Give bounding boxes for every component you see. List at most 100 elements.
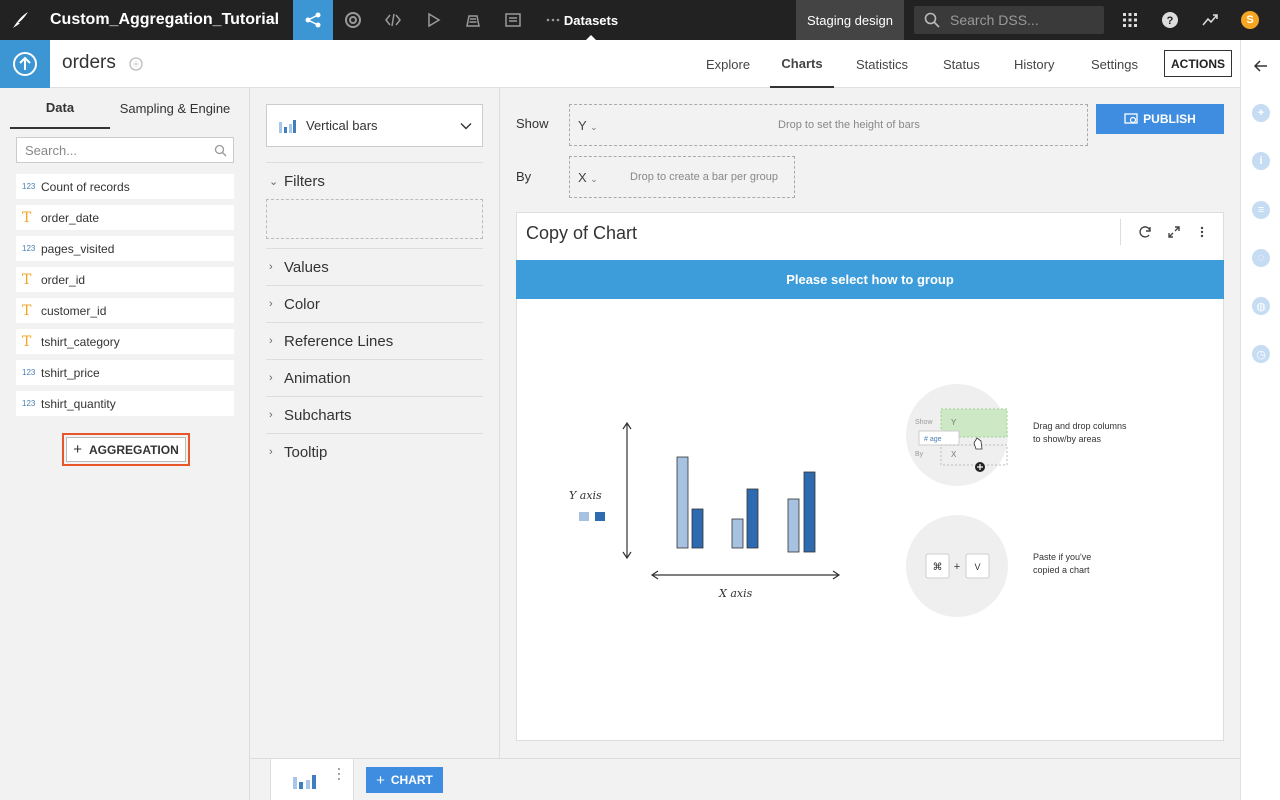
x-axis-selector[interactable]: X ⌄ [578,170,618,185]
section-label: Values [284,258,329,276]
run-icon[interactable] [413,0,453,40]
refresh-icon[interactable] [1136,223,1154,241]
list-icon[interactable]: ≡ [1252,201,1270,219]
tab-data[interactable]: Data [10,88,110,129]
tab-status[interactable]: Status [943,40,980,88]
column-item[interactable]: T order_date [16,205,234,230]
tab-explore[interactable]: Explore [706,40,750,88]
section-subcharts[interactable]: › Subcharts [266,396,483,433]
column-item[interactable]: T order_id [16,267,234,292]
deploy-icon[interactable] [453,0,493,40]
section-animation[interactable]: › Animation [266,359,483,396]
search-placeholder: Search DSS... [950,12,1039,28]
chart-type-select[interactable]: Vertical bars [266,104,483,147]
plus-icon: + [73,441,82,458]
column-name: pages_visited [41,241,115,256]
collapse-arrow-icon[interactable] [1253,58,1269,77]
add-icon[interactable]: + [1252,104,1270,122]
filters-dropzone[interactable] [266,199,483,239]
section-label: Animation [284,369,351,387]
search-icon [214,144,227,157]
add-aggregation-button[interactable]: + AGGREGATION [66,437,186,462]
section-reference-lines[interactable]: › Reference Lines [266,322,483,359]
x-dropzone-placeholder: Drop to create a bar per group [630,171,778,183]
paste-hint-text: Paste if you've copied a chart [1033,552,1092,575]
section-datasets[interactable]: Datasets [556,0,626,40]
publish-label: PUBLISH [1143,112,1196,126]
aggregation-highlight: + AGGREGATION [62,433,190,466]
flow-icon[interactable] [293,0,334,40]
tab-settings[interactable]: Settings [1091,40,1138,88]
chevron-down-icon: ⌄ [269,175,279,188]
dataiku-logo-icon[interactable] [0,0,40,40]
chart-tab-thumbnail[interactable] [270,759,354,800]
svg-text:X: X [951,450,957,459]
section-color[interactable]: › Color [266,285,483,322]
column-item[interactable]: T customer_id [16,298,234,323]
column-item[interactable]: 123 tshirt_price [16,360,234,385]
section-tooltip[interactable]: › Tooltip [266,433,483,470]
tab-sampling-engine[interactable]: Sampling & Engine [115,88,235,129]
column-name: customer_id [41,303,107,318]
tab-history[interactable]: History [1014,40,1054,88]
discussions-icon[interactable]: ◌ [1252,249,1270,267]
info-icon[interactable]: i [1252,152,1270,170]
divider [1120,219,1121,245]
dataset-status-icon[interactable] [128,56,144,75]
lab-icon[interactable]: ◍ [1252,297,1270,315]
tab-statistics[interactable]: Statistics [856,40,908,88]
chart-tabs-bar: + CHART [250,758,1240,800]
svg-text:By: By [915,451,924,458]
column-item[interactable]: 123 pages_visited [16,236,234,261]
column-name: tshirt_quantity [41,396,116,411]
column-search-input[interactable]: Search... [16,137,234,163]
add-chart-button[interactable]: + CHART [366,767,443,793]
actions-button[interactable]: ACTIONS [1164,50,1232,77]
dataset-header: orders Explore Charts Statistics Status … [0,40,1240,88]
code-icon[interactable] [373,0,413,40]
jobs-icon[interactable] [333,0,373,40]
chart-main-area: Show Y ⌄ Drop to set the height of bars … [500,88,1240,758]
x-axis-label: X [578,169,587,185]
columns-panel: Data Sampling & Engine Search... 123 Cou… [0,88,250,800]
y-axis-selector[interactable]: Y ⌄ [578,118,618,133]
add-aggregation-label: AGGREGATION [88,442,179,457]
svg-text:# age: # age [924,436,942,443]
column-name: Count of records [41,179,130,194]
help-icon[interactable]: ? [1150,0,1190,40]
activity-icon[interactable] [1190,0,1230,40]
svg-text:Y axis: Y axis [569,489,602,502]
right-rail: + i ≡ ◌ ◍ ◷ [1240,40,1280,800]
column-item[interactable]: T tshirt_category [16,329,234,354]
chevron-right-icon: › [269,446,273,458]
project-name[interactable]: Custom_Aggregation_Tutorial [40,0,293,40]
tab-charts[interactable]: Charts [770,40,834,88]
column-item[interactable]: 123 tshirt_quantity [16,391,234,416]
chart-options-panel: Vertical bars ⌄ Filters › Values › Color… [250,88,500,758]
column-item[interactable]: 123 Count of records [16,174,234,199]
chart-title[interactable]: Copy of Chart [526,223,637,244]
x-axis-dropzone[interactable]: X ⌄ Drop to create a bar per group [569,156,795,198]
more-vertical-icon[interactable] [1193,223,1211,241]
numeric-type-icon: 123 [22,368,36,377]
section-filters[interactable]: ⌄ Filters [266,162,483,199]
group-selection-banner: Please select how to group [516,260,1224,299]
y-axis-dropzone[interactable]: Y ⌄ Drop to set the height of bars [569,104,1088,146]
user-avatar[interactable]: S [1230,0,1270,40]
publish-button[interactable]: PUBLISH [1096,104,1224,134]
timeline-icon[interactable]: ◷ [1252,345,1270,363]
column-name: tshirt_category [41,334,120,349]
apps-grid-icon[interactable] [1110,0,1150,40]
more-vertical-icon[interactable] [337,767,341,781]
numeric-type-icon: 123 [22,182,36,191]
instance-name: Staging design [796,0,904,40]
expand-icon[interactable] [1165,223,1183,241]
dashboard-icon[interactable] [493,0,533,40]
dataset-name: orders [62,52,116,73]
global-search-input[interactable]: Search DSS... [914,6,1104,34]
section-values[interactable]: › Values [266,248,483,285]
svg-text:⌘: ⌘ [933,562,943,573]
svg-text:Y: Y [951,418,957,427]
chevron-right-icon: › [269,261,273,273]
column-name: order_id [41,272,86,287]
